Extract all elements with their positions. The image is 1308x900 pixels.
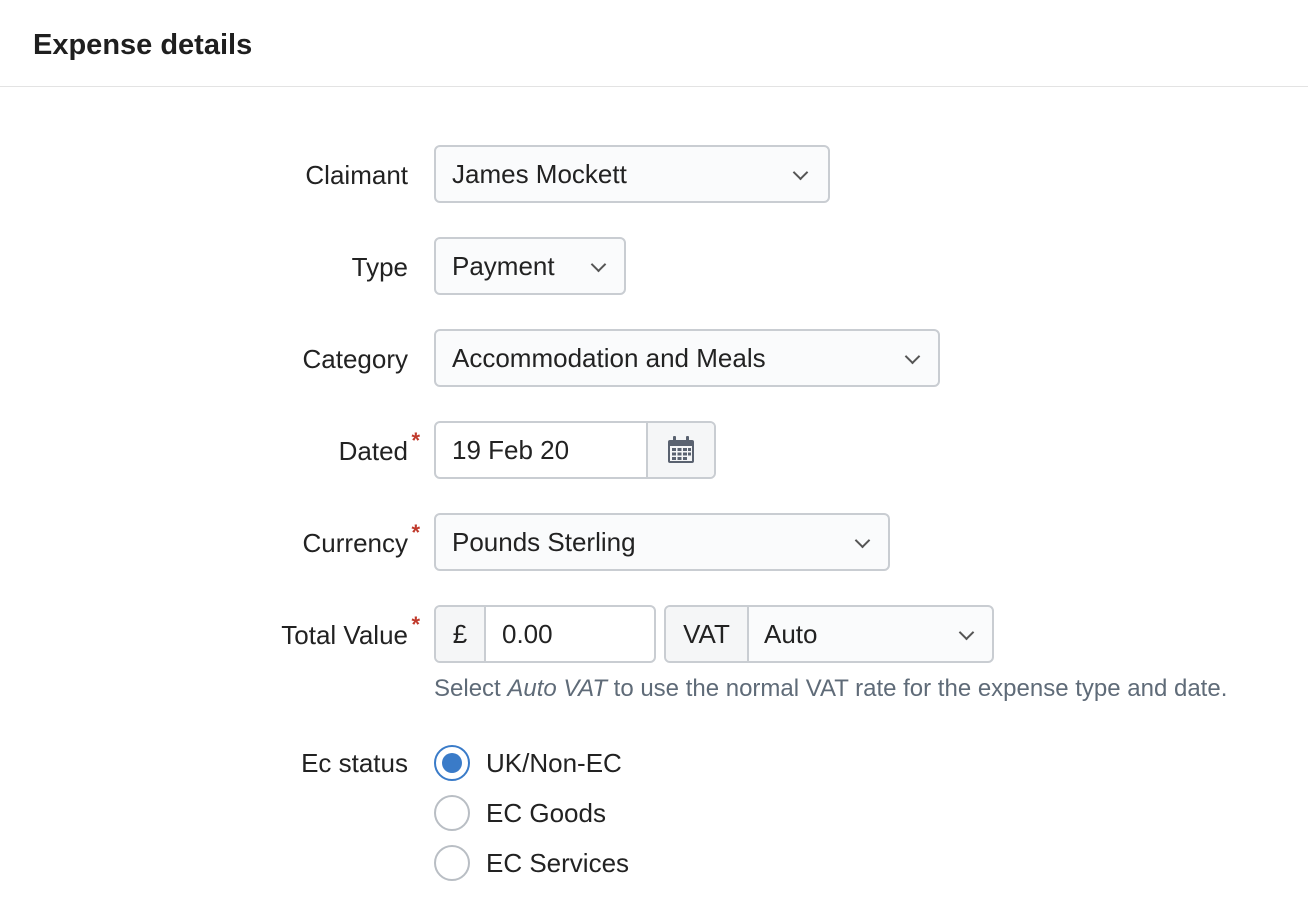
chevron-down-icon <box>792 164 809 181</box>
chevron-down-icon <box>590 256 607 273</box>
radio-button[interactable] <box>434 845 470 881</box>
dated-input[interactable]: 19 Feb 20 <box>434 421 716 479</box>
ec-status-label: Ec status <box>301 748 408 778</box>
help-prefix: Select <box>434 675 508 702</box>
currency-symbol: £ <box>436 607 486 661</box>
vat-label: VAT <box>666 607 749 661</box>
total-value-input-group: £ 0.00 <box>434 605 656 663</box>
help-suffix: to use the normal VAT rate for the expen… <box>606 675 1228 702</box>
page-header: Expense details <box>0 0 1308 87</box>
type-value: Payment <box>452 251 555 281</box>
type-select[interactable]: Payment <box>434 237 626 295</box>
category-select[interactable]: Accommodation and Meals <box>434 329 940 387</box>
vat-value: Auto <box>764 619 818 649</box>
total-value-label: Total Value <box>281 610 419 650</box>
radio-label: UK/Non-EC <box>486 748 622 778</box>
chevron-down-icon <box>904 348 921 365</box>
currency-value: Pounds Sterling <box>452 527 636 557</box>
chevron-down-icon <box>958 624 975 641</box>
claimant-select[interactable]: James Mockett <box>434 145 830 203</box>
type-label: Type <box>351 252 408 282</box>
claimant-label: Claimant <box>305 160 408 190</box>
date-picker-button[interactable] <box>646 423 714 477</box>
category-label: Category <box>302 344 409 374</box>
dated-value: 19 Feb 20 <box>452 435 570 465</box>
help-emphasis: Auto VAT <box>507 675 607 702</box>
dated-label: Dated <box>339 426 421 466</box>
currency-label: Currency <box>303 518 421 558</box>
total-value-input[interactable]: 0.00 <box>502 619 553 649</box>
calendar-icon <box>668 436 694 463</box>
vat-help-text: Select Auto VAT to use the normal VAT ra… <box>434 675 1227 703</box>
page-title: Expense details <box>33 29 253 61</box>
radio-label: EC Services <box>486 848 630 878</box>
claimant-value: James Mockett <box>452 159 627 189</box>
currency-select[interactable]: Pounds Sterling <box>434 513 890 571</box>
vat-select[interactable]: VAT Auto <box>664 605 994 663</box>
radio-label: EC Goods <box>486 798 606 828</box>
chevron-down-icon <box>854 532 871 549</box>
radio-button-checked[interactable] <box>434 745 470 781</box>
radio-button[interactable] <box>434 795 470 831</box>
category-value: Accommodation and Meals <box>452 343 766 373</box>
